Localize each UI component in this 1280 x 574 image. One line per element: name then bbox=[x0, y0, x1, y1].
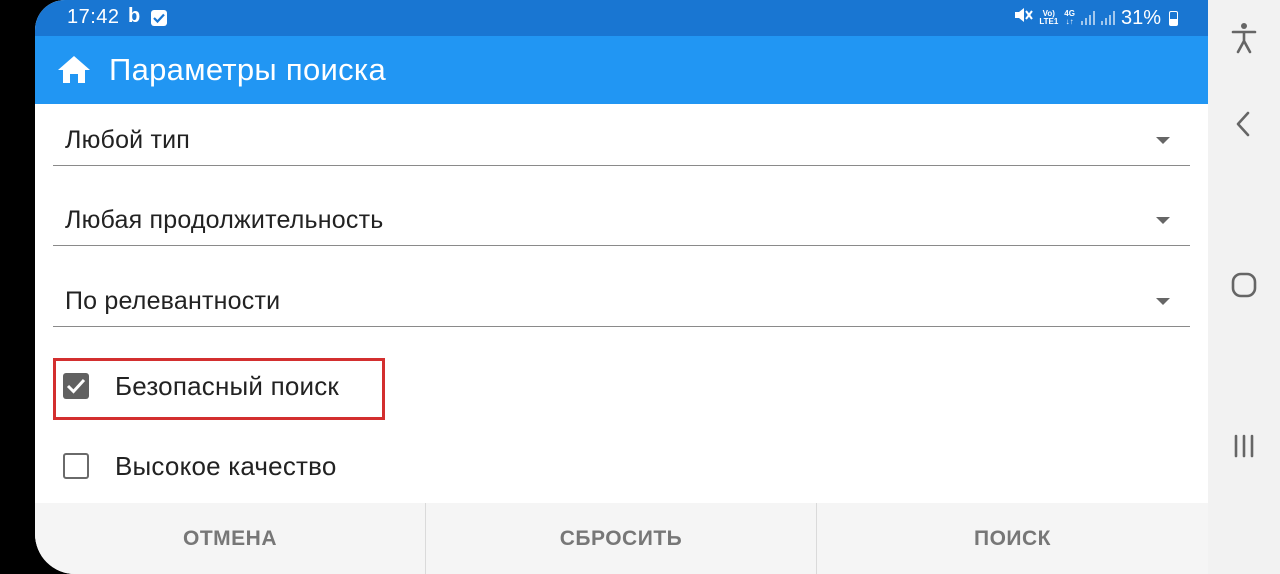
duration-select[interactable]: Любая продолжительность bbox=[53, 192, 1190, 246]
battery-icon bbox=[1169, 10, 1178, 26]
duration-select-value: Любая продолжительность bbox=[65, 206, 384, 234]
status-time: 17:42 bbox=[67, 6, 120, 28]
cancel-button[interactable]: ОТМЕНА bbox=[35, 503, 425, 574]
signal-2-icon bbox=[1100, 11, 1115, 25]
signal-1-icon bbox=[1080, 11, 1095, 25]
home-circle-icon[interactable] bbox=[1230, 271, 1258, 304]
notification-check-icon bbox=[151, 10, 167, 26]
mute-icon bbox=[1013, 6, 1034, 30]
dropdown-arrow-icon bbox=[1156, 217, 1170, 224]
high-quality-option[interactable]: Высокое качество bbox=[53, 441, 413, 491]
home-icon[interactable] bbox=[57, 54, 91, 89]
recents-icon[interactable] bbox=[1230, 432, 1258, 465]
system-nav-bar bbox=[1208, 0, 1280, 574]
type-select[interactable]: Любой тип bbox=[53, 112, 1190, 166]
dropdown-arrow-icon bbox=[1156, 137, 1170, 144]
network-type-icon: 4G ↓↑ bbox=[1064, 10, 1075, 26]
highlight-box bbox=[53, 358, 385, 420]
page-title: Параметры поиска bbox=[109, 52, 386, 87]
volte-icon: Vo) LTE1 bbox=[1039, 10, 1058, 26]
type-select-value: Любой тип bbox=[65, 126, 191, 154]
button-bar: ОТМЕНА СБРОСИТЬ ПОИСК bbox=[35, 503, 1208, 574]
phone-screen: 17:42 b Vo) LTE1 4G ↓↑ 31% Параметры пои… bbox=[35, 0, 1208, 574]
dropdown-arrow-icon bbox=[1156, 298, 1170, 305]
status-icons: Vo) LTE1 4G ↓↑ 31% bbox=[1013, 6, 1178, 30]
battery-percent: 31% bbox=[1120, 6, 1161, 29]
accessibility-icon[interactable] bbox=[1230, 22, 1258, 59]
reset-button[interactable]: СБРОСИТЬ bbox=[426, 503, 816, 574]
back-icon[interactable] bbox=[1230, 110, 1258, 143]
notification-b-icon: b bbox=[128, 5, 141, 27]
search-button[interactable]: ПОИСК bbox=[817, 503, 1208, 574]
volte-line2: LTE1 bbox=[1039, 17, 1059, 26]
app-bar: Параметры поиска bbox=[35, 36, 1208, 104]
status-bar: 17:42 b Vo) LTE1 4G ↓↑ 31% bbox=[35, 0, 1208, 36]
network-line2: ↓↑ bbox=[1065, 17, 1074, 26]
high-quality-label: Высокое качество bbox=[115, 451, 337, 481]
high-quality-checkbox[interactable] bbox=[63, 453, 89, 479]
sort-select-value: По релевантности bbox=[65, 287, 281, 315]
sort-select[interactable]: По релевантности bbox=[53, 273, 1190, 327]
